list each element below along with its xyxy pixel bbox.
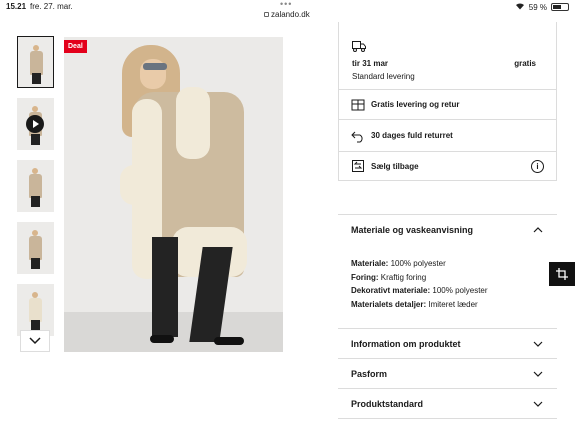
thumbnail-3[interactable]	[17, 160, 54, 212]
delivery-info: tir 31 mar gratis Standard levering	[339, 22, 556, 90]
return-arrow-icon	[351, 131, 363, 142]
standard-accordion-title: Produktstandard	[351, 398, 424, 409]
chevron-up-icon	[533, 227, 543, 233]
thumbnail-1[interactable]	[17, 36, 54, 88]
battery-fill	[553, 5, 562, 9]
return-period-label: 30 dages fuld returret	[371, 131, 453, 140]
battery-icon	[551, 3, 569, 11]
material-accordion: Materiale og vaskeanvisning Materiale: 1…	[338, 214, 557, 311]
free-delivery-return-label: Gratis levering og retur	[371, 100, 460, 109]
sell-back-label: Sælg tilbage	[371, 161, 419, 171]
delivery-panel: tir 31 mar gratis Standard levering Grat…	[338, 22, 557, 181]
delivery-method: Standard levering	[352, 72, 415, 81]
material-details-row: Materialets detaljer: Imiteret læder	[351, 299, 478, 309]
truck-icon	[352, 41, 366, 52]
decorative-material-row: Dekorativt materiale: 100% polyester	[351, 286, 488, 295]
info-accordion-title: Information om produktet	[351, 338, 461, 349]
battery-percent: 59 %	[528, 2, 547, 12]
side-tab-button[interactable]	[549, 262, 575, 286]
status-bar: 15.21 fre. 27. mar. ••• zalando.dk 59 %	[0, 0, 575, 22]
sell-back-row[interactable]: Sælg tilbage i	[339, 152, 556, 180]
thumbnail-4[interactable]	[17, 222, 54, 274]
box-return-icon	[351, 99, 365, 110]
free-delivery-return-row[interactable]: Gratis levering og retur	[339, 90, 556, 120]
status-indicators: 59 %	[515, 2, 569, 12]
thumbnail-video[interactable]	[17, 98, 54, 150]
lock-icon	[264, 12, 269, 17]
info-icon[interactable]: i	[531, 159, 544, 173]
crop-icon	[556, 268, 568, 280]
deal-badge: Deal	[64, 40, 87, 53]
info-accordion: Information om produktet Pasform Produkt…	[338, 328, 557, 419]
lining-row: Foring: Kraftig foring	[351, 272, 427, 282]
chevron-down-icon	[29, 337, 41, 345]
delivery-date: tir 31 mar	[352, 59, 389, 68]
thumbnail-scroll-down-button[interactable]	[20, 330, 50, 352]
return-period-row[interactable]: 30 dages fuld returret	[339, 120, 556, 152]
thumbnail-list	[17, 36, 55, 346]
chevron-down-icon	[533, 341, 543, 347]
material-row: Materiale: 100% polyester	[351, 259, 446, 268]
material-accordion-title: Materiale og vaskeanvisning	[351, 225, 474, 235]
date: fre. 27. mar.	[30, 2, 73, 11]
tag-icon	[352, 160, 364, 172]
url-text: zalando.dk	[271, 10, 310, 19]
info-accordion-header[interactable]: Information om produktet	[338, 329, 557, 359]
main-product-image[interactable]: Deal	[64, 37, 283, 352]
delivery-price: gratis	[514, 59, 536, 68]
material-details: Materiale: 100% polyester Foring: Krafti…	[338, 245, 557, 311]
multitask-dots-icon[interactable]: •••	[280, 0, 292, 9]
address-bar[interactable]: zalando.dk	[264, 10, 310, 19]
wifi-icon	[515, 2, 525, 12]
play-icon[interactable]	[26, 115, 44, 133]
chevron-down-icon	[533, 401, 543, 407]
fit-accordion-header[interactable]: Pasform	[338, 359, 557, 389]
thumbnail-5[interactable]	[17, 284, 54, 336]
clock: 15.21	[6, 2, 27, 11]
standard-accordion-header[interactable]: Produktstandard	[338, 389, 557, 419]
material-accordion-header[interactable]: Materiale og vaskeanvisning	[338, 215, 557, 245]
fit-accordion-title: Pasform	[351, 368, 388, 379]
chevron-down-icon	[533, 371, 543, 377]
